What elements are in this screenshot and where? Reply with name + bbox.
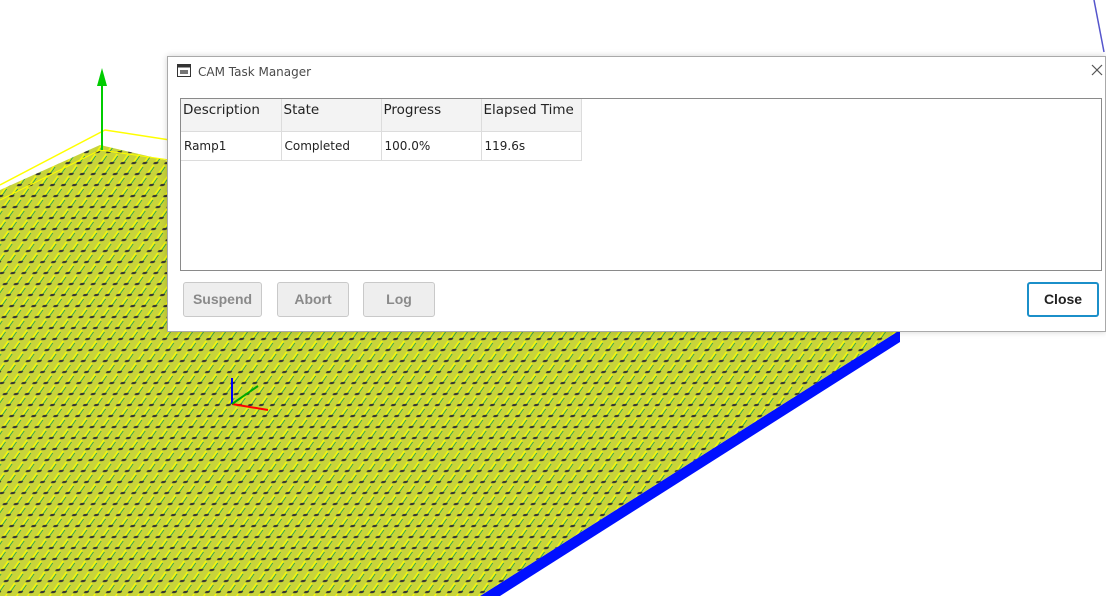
cell-description: Ramp1 [181,131,282,161]
close-button[interactable]: Close [1027,282,1099,317]
cell-state: Completed [281,131,382,161]
column-header-state[interactable]: State [281,99,382,132]
column-header-elapsed-time[interactable]: Elapsed Time [481,99,582,132]
table-header-row: Description State Progress Elapsed Time [181,99,582,132]
task-table: Description State Progress Elapsed Time … [181,99,582,161]
cam-task-manager-dialog: CAM Task Manager Description State Progr… [167,56,1106,332]
abort-button[interactable]: Abort [277,282,349,317]
view-cube-edge [1093,0,1105,53]
column-header-description[interactable]: Description [181,99,282,132]
axis-z-arrow-head [97,68,107,86]
close-icon[interactable] [1089,62,1105,78]
cell-progress: 100.0% [381,131,482,161]
dialog-title: CAM Task Manager [198,65,312,79]
title-bar[interactable]: CAM Task Manager [168,57,1105,85]
cam-task-manager-icon [177,64,191,77]
table-row[interactable]: Ramp1 Completed 100.0% 119.6s [181,131,582,161]
task-table-panel[interactable]: Description State Progress Elapsed Time … [180,98,1102,271]
log-button[interactable]: Log [363,282,435,317]
suspend-button[interactable]: Suspend [183,282,262,317]
cell-elapsed-time: 119.6s [481,131,582,161]
column-header-progress[interactable]: Progress [381,99,482,132]
